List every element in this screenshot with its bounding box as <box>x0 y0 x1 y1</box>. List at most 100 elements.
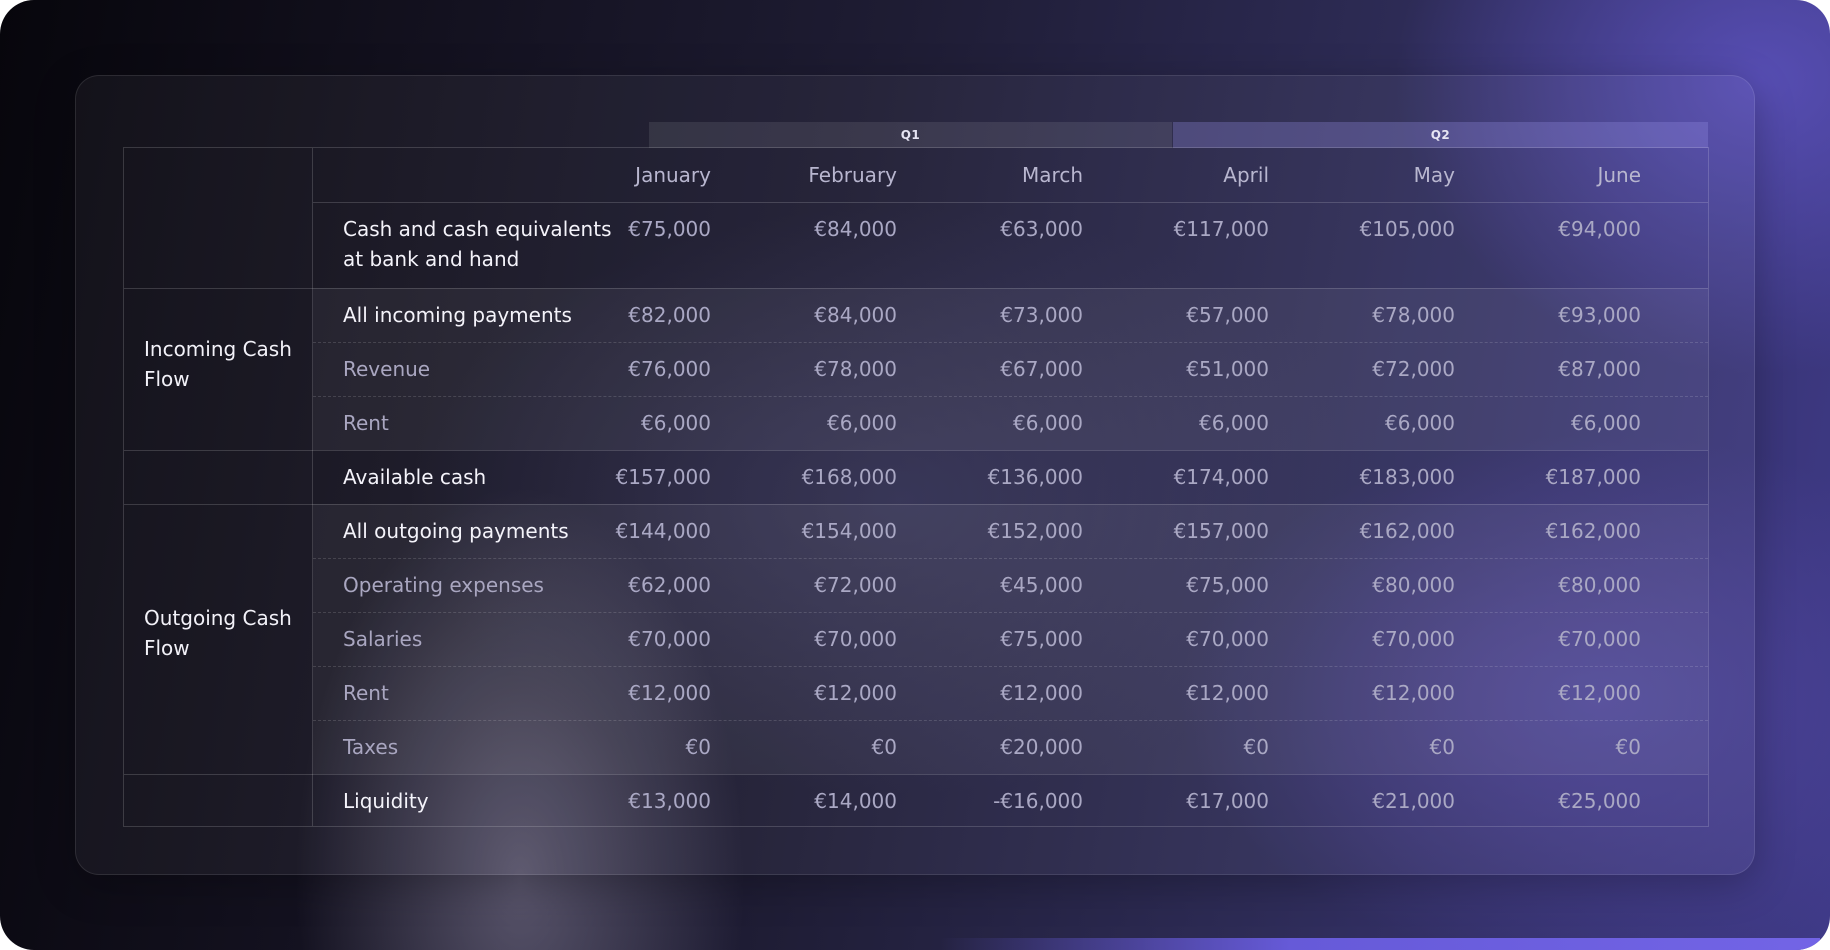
cell-april: €174,000 <box>1173 465 1269 489</box>
cell-march: €63,000 <box>1000 217 1083 241</box>
cell-february: €12,000 <box>814 681 897 705</box>
table-row-taxes: Taxes €0 €0 €20,000 €0 €0 €0 <box>313 720 1708 774</box>
cell-may: €0 <box>1429 735 1455 759</box>
cell-may: €70,000 <box>1372 627 1455 651</box>
cell-june: €6,000 <box>1571 411 1641 435</box>
cell-january: €62,000 <box>628 573 711 597</box>
cell-february: €84,000 <box>814 217 897 241</box>
cell-june: €0 <box>1615 735 1641 759</box>
cell-january: €6,000 <box>641 411 711 435</box>
row-label: All outgoing payments <box>343 519 569 543</box>
table-row-all-incoming: All incoming payments €82,000 €84,000 €7… <box>313 288 1708 342</box>
cash-flow-table: Incoming Cash Flow Outgoing Cash Flow Ja… <box>123 147 1709 827</box>
cell-january: €157,000 <box>615 465 711 489</box>
table-row-outgoing-rent: Rent €12,000 €12,000 €12,000 €12,000 €12… <box>313 666 1708 720</box>
cell-april: €0 <box>1243 735 1269 759</box>
cell-june: €80,000 <box>1558 573 1641 597</box>
table-row-available-cash: Available cash €157,000 €168,000 €136,00… <box>313 450 1708 504</box>
cell-january: €144,000 <box>615 519 711 543</box>
cell-april: €12,000 <box>1186 681 1269 705</box>
month-header-april: April <box>1223 163 1269 187</box>
cell-february: €168,000 <box>801 465 897 489</box>
table-row-cash-equivalents: Cash and cash equivalents at bank and ha… <box>313 202 1708 288</box>
table-row-liquidity: Liquidity €13,000 €14,000 -€16,000 €17,0… <box>313 774 1708 826</box>
cell-january: €76,000 <box>628 357 711 381</box>
cell-may: €12,000 <box>1372 681 1455 705</box>
row-label: Operating expenses <box>343 573 544 597</box>
cell-february: €14,000 <box>814 789 897 813</box>
row-label: Salaries <box>343 627 423 651</box>
cell-january: €0 <box>685 735 711 759</box>
row-label: Revenue <box>343 357 431 381</box>
bottom-glow <box>940 938 1820 950</box>
quarter-q1-header: Q1 <box>649 122 1172 148</box>
table-row-revenue: Revenue €76,000 €78,000 €67,000 €51,000 … <box>313 342 1708 396</box>
month-header-march: March <box>1022 163 1083 187</box>
month-header-may: May <box>1413 163 1455 187</box>
cell-march: €73,000 <box>1000 303 1083 327</box>
row-label: Taxes <box>343 735 399 759</box>
cell-march: -€16,000 <box>993 789 1083 813</box>
page-background: Q1 Q2 Incoming Cash Flow Outgoing Cash F… <box>0 0 1830 950</box>
cell-may: €78,000 <box>1372 303 1455 327</box>
cell-march: €152,000 <box>987 519 1083 543</box>
row-label: Liquidity <box>343 789 429 813</box>
table-row-salaries: Salaries €70,000 €70,000 €75,000 €70,000… <box>313 612 1708 666</box>
cell-june: €93,000 <box>1558 303 1641 327</box>
cell-february: €78,000 <box>814 357 897 381</box>
month-header-february: February <box>808 163 897 187</box>
cell-february: €6,000 <box>827 411 897 435</box>
cell-may: €72,000 <box>1372 357 1455 381</box>
cell-june: €12,000 <box>1558 681 1641 705</box>
table-row-all-outgoing: All outgoing payments €144,000 €154,000 … <box>313 504 1708 558</box>
cell-january: €70,000 <box>628 627 711 651</box>
group-label-outgoing: Outgoing Cash Flow <box>144 606 292 660</box>
cell-april: €57,000 <box>1186 303 1269 327</box>
cell-april: €75,000 <box>1186 573 1269 597</box>
month-header-row: January February March April May June <box>313 148 1708 202</box>
cell-march: €6,000 <box>1013 411 1083 435</box>
table-row-operating-expenses: Operating expenses €62,000 €72,000 €45,0… <box>313 558 1708 612</box>
cell-february: €72,000 <box>814 573 897 597</box>
cell-april: €51,000 <box>1186 357 1269 381</box>
month-header-june: June <box>1597 163 1641 187</box>
row-label: Available cash <box>343 465 487 489</box>
cell-may: €21,000 <box>1372 789 1455 813</box>
cell-may: €183,000 <box>1359 465 1455 489</box>
row-label: All incoming payments <box>343 303 572 327</box>
cell-april: €157,000 <box>1173 519 1269 543</box>
cell-march: €45,000 <box>1000 573 1083 597</box>
cell-february: €84,000 <box>814 303 897 327</box>
cell-april: €17,000 <box>1186 789 1269 813</box>
cell-february: €70,000 <box>814 627 897 651</box>
cell-june: €187,000 <box>1545 465 1641 489</box>
cell-june: €70,000 <box>1558 627 1641 651</box>
cell-may: €162,000 <box>1359 519 1455 543</box>
cell-january: €13,000 <box>628 789 711 813</box>
cell-april: €6,000 <box>1199 411 1269 435</box>
month-header-january: January <box>635 163 711 187</box>
cell-february: €154,000 <box>801 519 897 543</box>
cell-january: €75,000 <box>628 217 711 241</box>
cell-june: €162,000 <box>1545 519 1641 543</box>
row-label: Rent <box>343 681 389 705</box>
table-row-incoming-rent: Rent €6,000 €6,000 €6,000 €6,000 €6,000 … <box>313 396 1708 450</box>
group-label-incoming: Incoming Cash Flow <box>144 337 292 391</box>
cell-june: €94,000 <box>1558 217 1641 241</box>
cell-march: €136,000 <box>987 465 1083 489</box>
cell-may: €80,000 <box>1372 573 1455 597</box>
cell-april: €117,000 <box>1173 217 1269 241</box>
quarter-q2-header: Q2 <box>1173 122 1708 148</box>
cell-march: €12,000 <box>1000 681 1083 705</box>
cell-january: €82,000 <box>628 303 711 327</box>
cell-april: €70,000 <box>1186 627 1269 651</box>
cell-may: €6,000 <box>1385 411 1455 435</box>
cell-march: €20,000 <box>1000 735 1083 759</box>
cell-march: €75,000 <box>1000 627 1083 651</box>
cell-january: €12,000 <box>628 681 711 705</box>
cell-june: €87,000 <box>1558 357 1641 381</box>
cell-february: €0 <box>871 735 897 759</box>
row-label: Rent <box>343 411 389 435</box>
cell-march: €67,000 <box>1000 357 1083 381</box>
cell-may: €105,000 <box>1359 217 1455 241</box>
